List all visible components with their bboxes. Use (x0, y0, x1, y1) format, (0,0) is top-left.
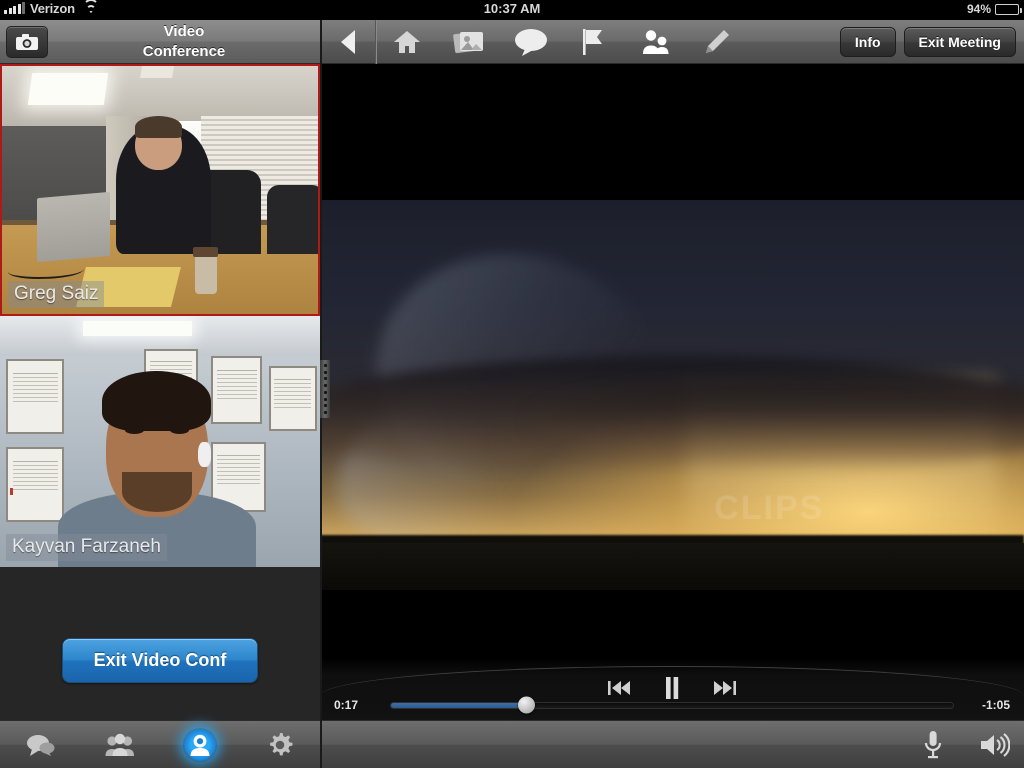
sidebar-tab-video[interactable] (160, 721, 240, 768)
participant-video-feed (0, 316, 320, 567)
panel-title: Video Conference (56, 22, 312, 62)
scrubber-progress (391, 702, 526, 708)
people-group-icon (103, 728, 137, 762)
chat-bubbles-icon (23, 728, 57, 762)
participant-name-label: Greg Saiz (8, 281, 105, 308)
shared-video[interactable]: CLIPS (320, 200, 1024, 590)
meeting-main-pane: Info Exit Meeting CLIPS 0:17 -1:05 (320, 19, 1024, 768)
toolbar-annotate-button[interactable] (686, 20, 748, 64)
participant-tile-greg-saiz[interactable]: Greg Saiz (0, 64, 320, 316)
back-button[interactable] (320, 19, 376, 64)
toolbar-chat-button[interactable] (500, 20, 562, 64)
scrubber-knob[interactable] (517, 696, 535, 714)
meeting-toolbar: Info Exit Meeting (320, 19, 1024, 64)
people-icon (643, 29, 669, 54)
clock-label: 10:37 AM (483, 1, 541, 16)
microphone-button[interactable] (922, 730, 944, 760)
status-bar-right: 94% (966, 2, 1022, 16)
audio-controls (922, 721, 1010, 768)
remaining-time-label: -1:05 (981, 698, 1010, 712)
video-conference-app: Verizon 10:37 AM 94% Video Conference Gr… (0, 0, 1024, 768)
meeting-bottom-bar (320, 720, 1024, 768)
camera-button[interactable] (6, 26, 48, 58)
video-watermark: CLIPS (714, 488, 825, 527)
sidebar-header: Video Conference (0, 20, 320, 64)
exit-video-conf-container: Exit Video Conf (0, 600, 320, 720)
flag-icon (583, 28, 602, 55)
participant-video-feed (2, 66, 318, 314)
sidebar-tab-settings[interactable] (240, 721, 320, 768)
photos-icon (453, 31, 483, 53)
video-player-controls: 0:17 -1:05 (320, 658, 1024, 724)
sidebar-tab-participants[interactable] (80, 721, 160, 768)
camera-icon (16, 34, 38, 50)
sidebar-tab-chat[interactable] (0, 721, 80, 768)
speaker-icon (981, 733, 1010, 757)
exit-video-conf-button[interactable]: Exit Video Conf (62, 637, 258, 683)
participant-name-label: Kayvan Farzaneh (6, 534, 167, 561)
current-time-label: 0:17 (334, 698, 359, 712)
toolbar-flag-button[interactable] (562, 20, 624, 64)
participant-tile-kayvan-farzaneh[interactable]: Kayvan Farzaneh (0, 316, 320, 567)
scrubber-row: 0:17 -1:05 (320, 692, 1024, 718)
battery-icon (995, 3, 1022, 15)
toolbar-participants-button[interactable] (624, 20, 686, 64)
gear-icon (263, 728, 297, 762)
speaker-button[interactable] (980, 732, 1010, 758)
panel-title-line-2: Conference (142, 43, 226, 60)
chat-bubble-icon (515, 28, 547, 56)
home-icon (394, 30, 420, 53)
status-bar: Verizon 10:37 AM 94% (0, 0, 1024, 20)
sidebar-tab-bar (0, 720, 320, 768)
pen-icon (706, 29, 729, 53)
back-arrow-icon (340, 29, 355, 54)
video-image: CLIPS (320, 200, 1024, 590)
exit-meeting-button[interactable]: Exit Meeting (903, 27, 1016, 57)
battery-percent-label: 94% (966, 2, 991, 16)
microphone-icon (924, 731, 942, 759)
panel-title-line-1: Video (163, 23, 205, 40)
toolbar-icon-group (376, 20, 748, 64)
info-button[interactable]: Info (839, 27, 896, 57)
drag-handle-icon[interactable] (320, 360, 330, 418)
scrubber-track[interactable] (390, 696, 954, 714)
toolbar-home-button[interactable] (376, 20, 438, 64)
video-conference-sidebar: Video Conference Greg Saiz Kayvan Farzan… (0, 20, 320, 768)
toolbar-photos-button[interactable] (438, 20, 500, 64)
webcam-icon (183, 727, 217, 762)
shared-content-stage: CLIPS 0:17 -1:05 (320, 64, 1024, 724)
toolbar-right-buttons: Info Exit Meeting (839, 27, 1016, 57)
